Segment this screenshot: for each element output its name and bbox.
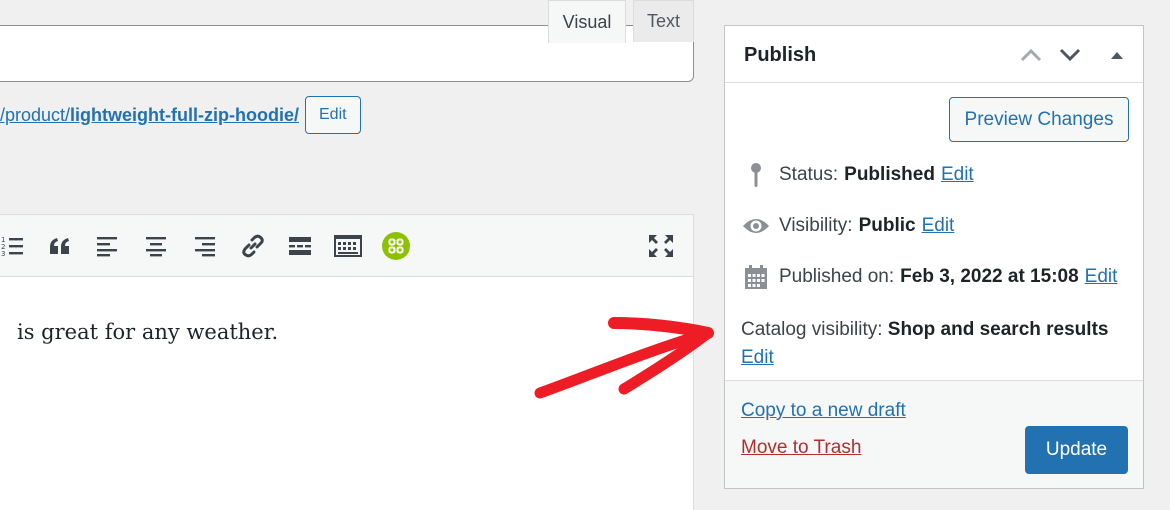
align-center-icon[interactable] [141, 231, 171, 261]
move-up-icon[interactable] [1016, 40, 1046, 70]
published-on-value: Feb 3, 2022 at 15:08 [900, 266, 1079, 287]
permalink-url[interactable]: /product/lightweight-full-zip-hoodie/ [0, 105, 299, 126]
read-more-icon[interactable] [285, 231, 315, 261]
arrow-annotation-icon [534, 317, 714, 399]
status-row: Status: Published Edit [741, 160, 974, 190]
tab-visual[interactable]: Visual [548, 0, 626, 43]
svg-text:3: 3 [1, 250, 5, 257]
publish-panel-title: Publish [744, 44, 817, 66]
published-on-label: Published on: [779, 266, 895, 287]
editor-toolbar: 123 [0, 215, 693, 277]
eye-icon [741, 211, 771, 241]
visibility-label: Visibility: [779, 215, 853, 236]
catalog-visibility-edit-link[interactable]: Edit [741, 347, 774, 368]
status-edit-link[interactable]: Edit [941, 164, 974, 186]
calendar-icon [741, 262, 771, 292]
permalink-slug: lightweight-full-zip-hoodie/ [70, 104, 299, 125]
permalink: /product/lightweight-full-zip-hoodie/ Ed… [0, 96, 361, 134]
catalog-visibility-label: Catalog visibility: [741, 319, 883, 340]
permalink-prefix: /product/ [0, 104, 71, 125]
blockquote-icon[interactable] [45, 231, 75, 261]
link-icon[interactable] [238, 231, 268, 261]
visibility-edit-link[interactable]: Edit [922, 215, 955, 237]
publish-panel-header: Publish [725, 26, 1143, 83]
pin-icon [741, 160, 771, 190]
move-down-icon[interactable] [1055, 40, 1085, 70]
move-to-trash-link[interactable]: Move to Trash [741, 437, 861, 459]
tab-text[interactable]: Text [633, 0, 694, 42]
catalog-visibility-value: Shop and search results [887, 319, 1109, 340]
collapse-toggle-icon[interactable] [1102, 40, 1132, 70]
plugin-grid-icon[interactable] [381, 231, 411, 261]
editor-content-text: is great for any weather. [17, 320, 279, 344]
align-right-icon[interactable] [189, 231, 219, 261]
published-on-edit-link[interactable]: Edit [1085, 266, 1118, 288]
visibility-value: Public [858, 215, 916, 236]
visibility-row: Visibility: Public Edit [741, 211, 954, 241]
keyboard-shortcuts-icon[interactable] [333, 231, 363, 261]
copy-to-draft-link[interactable]: Copy to a new draft [741, 400, 906, 422]
publish-panel-footer: Copy to a new draft Move to Trash Update [725, 380, 1143, 488]
status-value: Published [844, 164, 935, 185]
publish-panel: Publish Preview Changes Status: Publishe… [724, 25, 1144, 489]
fullscreen-icon[interactable] [646, 231, 676, 261]
update-button[interactable]: Update [1025, 426, 1128, 474]
preview-changes-button[interactable]: Preview Changes [949, 97, 1129, 142]
status-label: Status: [779, 164, 839, 185]
permalink-edit-button[interactable]: Edit [305, 96, 361, 134]
numbered-list-icon[interactable]: 123 [0, 231, 27, 261]
align-left-icon[interactable] [93, 231, 123, 261]
catalog-visibility-row: Catalog visibility: Shop and search resu… [741, 316, 1108, 372]
published-on-row: Published on: Feb 3, 2022 at 15:08 Edit [741, 262, 1117, 292]
